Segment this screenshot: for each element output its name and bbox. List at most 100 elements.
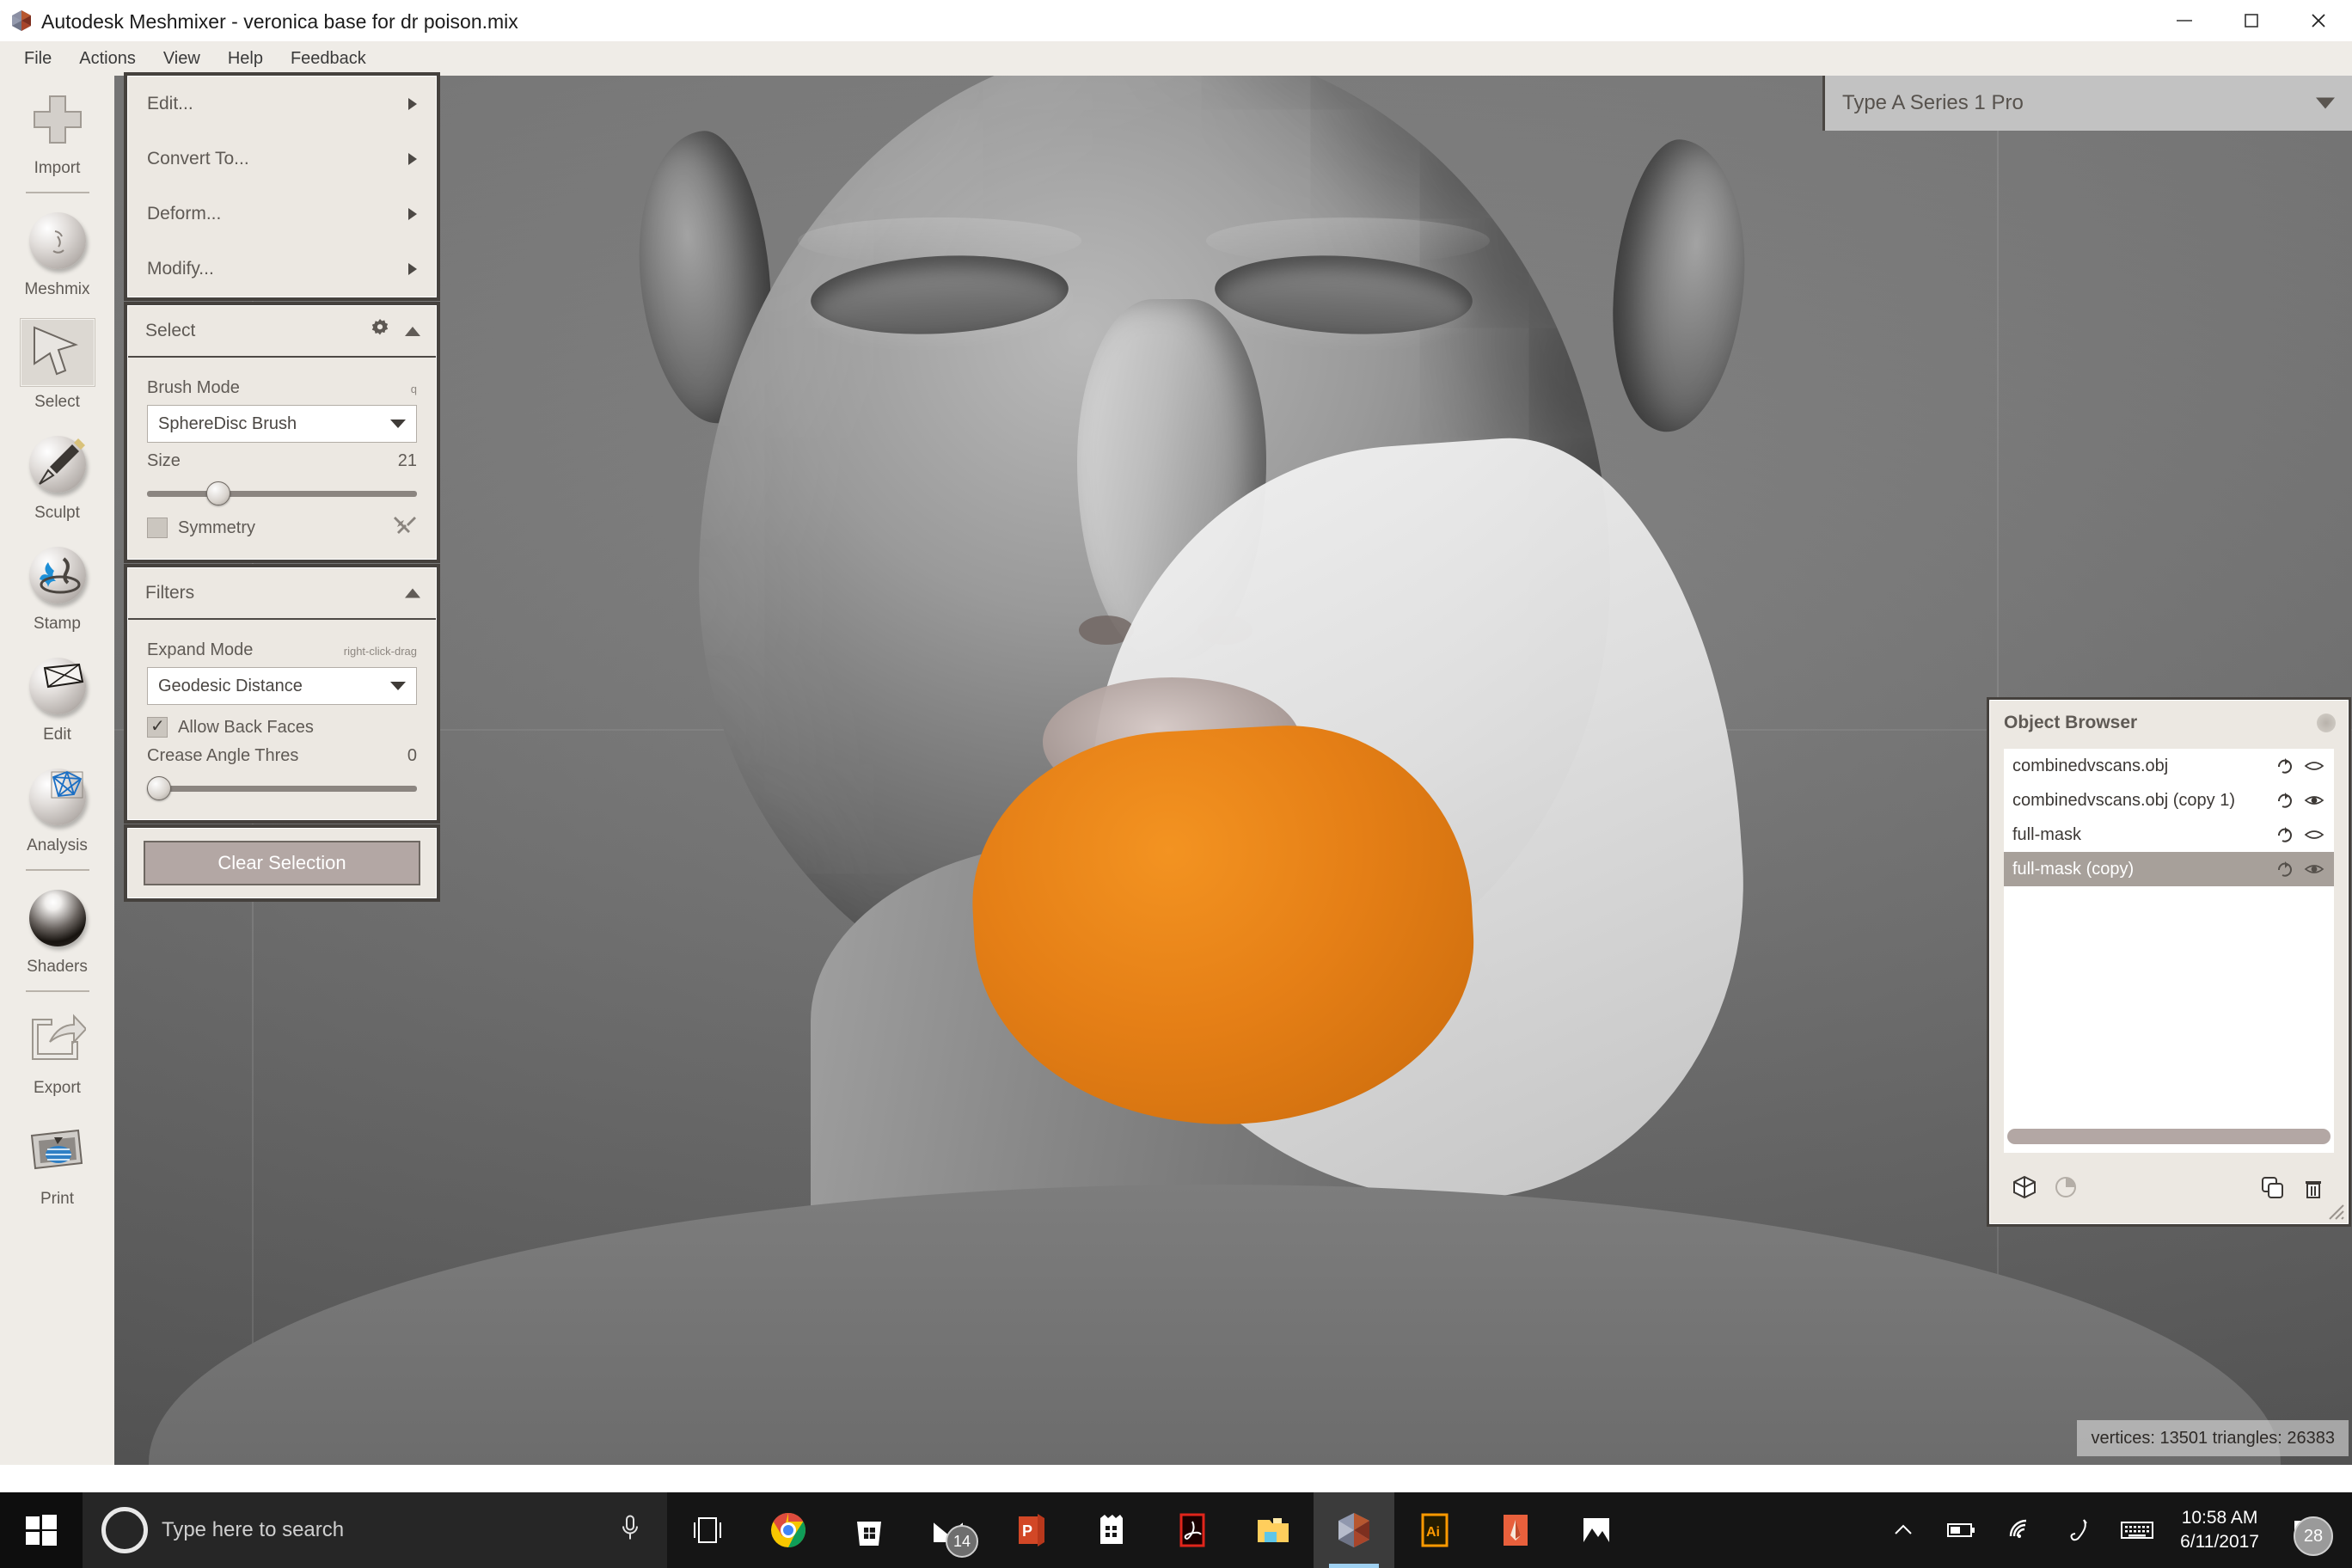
show-hidden-icons[interactable] [1874,1492,1932,1568]
printer-selector[interactable]: Type A Series 1 Pro [1822,76,2352,131]
taskbar-microsoft-store[interactable] [829,1492,910,1568]
minimize-button[interactable] [2151,0,2218,41]
select-panel: Select Brush Mode q SphereDisc Brush Siz… [127,305,437,560]
taskbar-google-chrome[interactable] [748,1492,829,1568]
taskbar-file-explorer[interactable] [1233,1492,1314,1568]
pivot-icon[interactable] [2270,791,2300,810]
tool-export[interactable]: Export [0,995,114,1106]
taskbar-apps: 14 P Ai [667,1492,1637,1568]
menu-file[interactable]: File [12,46,64,72]
tool-meshmix[interactable]: Meshmix [0,197,114,308]
command-edit[interactable]: Edit... [128,77,436,132]
microphone-icon[interactable] [617,1514,643,1547]
pie-transparency-icon[interactable] [2045,1174,2086,1200]
tool-print[interactable]: Print [0,1106,114,1217]
taskbar-calendar[interactable] [1071,1492,1152,1568]
brush-mode-value: SphereDisc Brush [158,413,297,433]
command-convert-to[interactable]: Convert To... [128,132,436,187]
slider-knob[interactable] [147,776,171,800]
taskbar-mail[interactable]: 14 [910,1492,990,1568]
symmetry-settings-icon[interactable] [393,513,417,542]
taskbar-task-view[interactable] [667,1492,748,1568]
mail-badge: 14 [946,1525,978,1558]
brush-mode-shortcut: q [410,383,417,395]
menu-feedback[interactable]: Feedback [279,46,378,72]
close-icon[interactable] [2317,714,2336,732]
command-label: Deform... [147,204,222,224]
pen-icon[interactable] [2049,1492,2108,1568]
shader-sphere-icon [21,885,95,952]
taskbar-photos[interactable] [1556,1492,1637,1568]
filters-panel-header: Filters [128,568,436,620]
object-row-0[interactable]: combinedvscans.obj [2004,749,2334,783]
command-label: Convert To... [147,149,249,168]
crease-angle-label-row: Crease Angle Thres 0 [147,746,417,766]
object-list-scrollbar[interactable] [2007,1129,2331,1144]
object-row-3[interactable]: full-mask (copy) [2004,852,2334,886]
plus-icon [21,86,95,153]
tool-analysis[interactable]: Analysis [0,753,114,864]
expand-mode-select[interactable]: Geodesic Distance [147,667,417,705]
slider-knob[interactable] [206,481,231,505]
symmetry-checkbox[interactable] [147,518,168,538]
visibility-off-icon[interactable] [2300,758,2329,774]
search-input[interactable]: Type here to search [83,1492,667,1568]
crease-angle-slider[interactable] [147,776,417,800]
menu-actions[interactable]: Actions [67,46,148,72]
chevron-right-icon [408,98,417,110]
taskbar-sketch-app[interactable] [1475,1492,1556,1568]
taskbar-meshmixer[interactable] [1314,1492,1394,1568]
collapse-caret-icon[interactable] [405,326,420,336]
menu-view[interactable]: View [151,46,212,72]
trash-icon[interactable] [2293,1174,2334,1200]
duplicate-icon[interactable] [2251,1174,2293,1200]
tool-label: Sculpt [34,504,80,522]
battery-icon[interactable] [1932,1492,1991,1568]
tool-import[interactable]: Import [0,76,114,187]
wifi-icon[interactable] [1991,1492,2049,1568]
object-row-1[interactable]: combinedvscans.obj (copy 1) [2004,783,2334,818]
size-slider[interactable] [147,481,417,505]
start-button[interactable] [0,1492,83,1568]
visibility-on-icon[interactable] [2300,793,2329,808]
keyboard-icon[interactable] [2108,1492,2166,1568]
action-center-button[interactable]: 28 [2273,1492,2338,1568]
pivot-icon[interactable] [2270,756,2300,775]
gear-icon[interactable] [371,319,389,343]
tool-stamp[interactable]: Stamp [0,531,114,642]
taskbar-powerpoint[interactable]: P [990,1492,1071,1568]
visibility-off-icon[interactable] [2300,827,2329,842]
brush-mode-select[interactable]: SphereDisc Brush [147,405,417,443]
pivot-icon[interactable] [2270,860,2300,879]
visibility-on-icon[interactable] [2300,861,2329,877]
tool-sculpt[interactable]: Sculpt [0,420,114,531]
maximize-button[interactable] [2218,0,2285,41]
object-row-2[interactable]: full-mask [2004,818,2334,852]
command-deform[interactable]: Deform... [128,187,436,242]
chevron-down-icon [390,420,406,428]
actions-panel: Clear Selection [127,828,437,898]
pivot-icon[interactable] [2270,825,2300,844]
command-label: Modify... [147,259,214,279]
tool-shaders[interactable]: Shaders [0,874,114,985]
cube-icon[interactable] [2004,1174,2045,1200]
clear-selection-button[interactable]: Clear Selection [144,841,420,885]
tool-edit[interactable]: Edit [0,642,114,753]
command-modify[interactable]: Modify... [128,242,436,297]
crease-angle-value: 0 [407,746,417,765]
tool-select[interactable]: Select [0,308,114,420]
object-browser-panel: Object Browser combinedvscans.obj combin… [1989,700,2349,1224]
taskbar-clock[interactable]: 10:58 AM 6/11/2017 [2166,1506,2273,1554]
printer-selector-value: Type A Series 1 Pro [1842,91,2024,114]
menu-help[interactable]: Help [216,46,275,72]
close-button[interactable] [2285,0,2352,41]
taskbar-adobe-illustrator[interactable]: Ai [1394,1492,1475,1568]
collapse-caret-icon[interactable] [405,588,420,598]
rail-divider [25,869,89,871]
allow-back-faces-checkbox[interactable] [147,715,168,738]
object-name: full-mask [2012,824,2082,844]
resize-handle[interactable] [2324,1200,2345,1221]
taskbar-adobe-acrobat[interactable] [1152,1492,1233,1568]
object-list[interactable]: combinedvscans.obj combinedvscans.obj (c… [2004,749,2334,1153]
brush-mode-label-row: Brush Mode q [147,378,417,398]
